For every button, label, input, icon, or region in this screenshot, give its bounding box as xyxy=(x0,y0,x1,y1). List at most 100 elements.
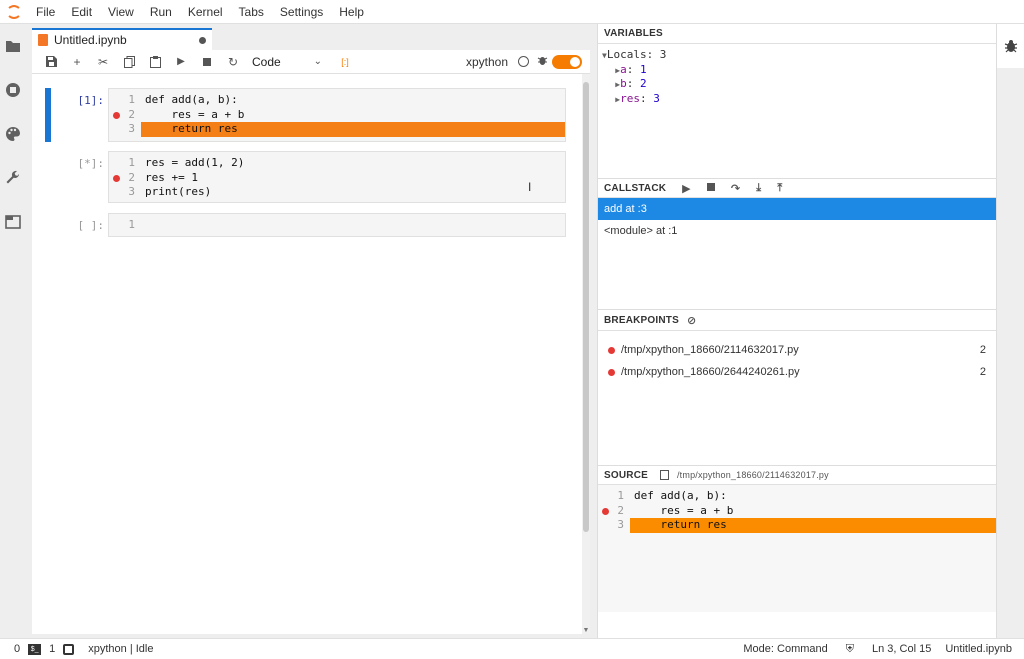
code-text: res = a + b xyxy=(145,107,245,121)
code-line-current: 3 return res xyxy=(109,122,565,137)
line-number[interactable]: 1 xyxy=(109,156,141,171)
cell-editor[interactable]: 1 def add(a, b): 2 res = a + b 3 return … xyxy=(108,88,566,142)
menu-run[interactable]: Run xyxy=(142,0,180,24)
notebook-scrollbar[interactable]: ▼ xyxy=(582,74,590,634)
menu-help[interactable]: Help xyxy=(331,0,372,24)
breakpoint-item[interactable]: /tmp/xpython_18660/2114632017.py 2 xyxy=(598,339,996,361)
step-into-icon[interactable]: ⤓ xyxy=(756,182,761,195)
notebook-cell[interactable]: [1]: 1 def add(a, b): 2 res = a + b 3 re… xyxy=(32,88,580,142)
code-text: def add(a, b): xyxy=(145,93,238,106)
extension-manager-tab[interactable] xyxy=(0,156,26,200)
right-sidebar xyxy=(996,24,1024,638)
breakpoint-icon[interactable] xyxy=(113,174,120,182)
debugger-sidebar-tab[interactable] xyxy=(997,24,1024,68)
line-number-with-breakpoint[interactable]: 2 xyxy=(598,504,630,519)
unsaved-dot-icon[interactable] xyxy=(199,36,206,44)
menu-edit[interactable]: Edit xyxy=(63,0,100,24)
cell-selection-bar xyxy=(45,88,51,142)
breakpoint-icon[interactable] xyxy=(602,507,609,515)
cursor-position[interactable]: Ln 3, Col 15 xyxy=(872,643,931,655)
remove-breakpoints-icon[interactable]: ⊘ xyxy=(687,314,696,327)
step-over-icon[interactable]: ↷ xyxy=(731,182,740,195)
cell-editor[interactable]: 1 res = add(1, 2) 2 res += 1 3 print(res… xyxy=(108,151,566,203)
source-title: SOURCE xyxy=(604,469,648,481)
terminate-icon[interactable] xyxy=(706,182,715,194)
kernel-count[interactable]: 1 xyxy=(49,643,55,655)
callstack-header: CALLSTACK ▶ ↷ ⤓ ⤒ xyxy=(598,178,996,198)
active-file: Untitled.ipynb xyxy=(945,643,1012,655)
bug-icon xyxy=(1004,40,1018,53)
notebook-cell[interactable]: [ ]: 1 xyxy=(32,213,580,237)
variables-tree: ▼Locals: 3 ▶a: 1 ▶b: 2 ▶res: 3 xyxy=(598,44,996,178)
tab-window-icon xyxy=(5,215,21,229)
variable-row[interactable]: ▶res: 3 xyxy=(602,92,992,107)
line-number-with-breakpoint[interactable]: 2 xyxy=(109,171,141,186)
terminal-count[interactable]: 0 xyxy=(14,643,20,655)
cell-type-select[interactable]: Code ⌄ xyxy=(252,55,322,69)
breakpoint-line: 2 xyxy=(979,344,986,356)
code-text: def add(a, b): xyxy=(634,489,727,502)
folder-icon xyxy=(6,41,20,52)
line-number[interactable]: 1 xyxy=(109,218,141,233)
copy-button[interactable] xyxy=(116,50,142,74)
stop-icon xyxy=(203,57,211,66)
save-button[interactable] xyxy=(38,50,64,74)
open-tabs-tab[interactable] xyxy=(0,200,26,244)
running-sessions-tab[interactable] xyxy=(0,68,26,112)
document-tab[interactable]: Untitled.ipynb xyxy=(32,28,212,50)
run-all-icon: [:] xyxy=(341,56,349,67)
run-all-button[interactable]: [:] xyxy=(332,50,358,74)
code-line-current: 3 return res xyxy=(598,518,996,533)
breakpoint-item[interactable]: /tmp/xpython_18660/2644240261.py 2 xyxy=(598,361,996,383)
variable-row[interactable]: ▶b: 2 xyxy=(602,77,992,92)
notebook-icon xyxy=(38,34,48,46)
source-editor[interactable]: 1 def add(a, b): 2 res = a + b 3 return … xyxy=(598,485,996,612)
line-number[interactable]: 3 xyxy=(598,518,630,533)
scope-row[interactable]: ▼Locals: 3 xyxy=(602,48,992,63)
menu-tabs[interactable]: Tabs xyxy=(231,0,272,24)
kernel-state[interactable]: xpython | Idle xyxy=(88,643,153,655)
variable-row[interactable]: ▶a: 1 xyxy=(602,63,992,78)
copy-icon xyxy=(123,55,135,68)
source-path-text: /tmp/xpython_18660/2114632017.py xyxy=(676,470,829,480)
cell-editor[interactable]: 1 xyxy=(108,213,566,237)
file-browser-tab[interactable] xyxy=(0,24,26,68)
breakpoint-icon[interactable] xyxy=(113,111,120,119)
code-line: 1 def add(a, b): xyxy=(109,93,565,108)
notebook-cell[interactable]: [*]: 1 res = add(1, 2) 2 res += 1 3 prin… xyxy=(32,151,580,203)
callstack-frame[interactable]: <module> at :1 xyxy=(598,220,996,242)
callstack-frame-active[interactable]: add at :3 xyxy=(598,198,996,220)
debugger-toggle[interactable] xyxy=(552,54,582,69)
status-bar: 0 $_ 1 xpython | Idle Mode: Command ⛨ Ln… xyxy=(0,638,1024,659)
refresh-icon: ↻ xyxy=(227,54,239,69)
menu-kernel[interactable]: Kernel xyxy=(180,0,231,24)
line-number[interactable]: 3 xyxy=(109,185,141,200)
menu-settings[interactable]: Settings xyxy=(272,0,331,24)
paste-button[interactable] xyxy=(142,50,168,74)
continue-icon[interactable]: ▶ xyxy=(682,182,691,195)
scissors-icon: ✂ xyxy=(97,54,109,69)
kernel-name[interactable]: xpython xyxy=(466,55,508,69)
line-number-with-breakpoint[interactable]: 2 xyxy=(109,108,141,123)
restart-button[interactable]: ↻ xyxy=(220,50,246,74)
insert-cell-button[interactable]: + xyxy=(64,50,90,74)
line-number[interactable]: 1 xyxy=(109,93,141,108)
line-number[interactable]: 1 xyxy=(598,489,630,504)
interrupt-button[interactable] xyxy=(194,50,220,74)
scrollbar-thumb[interactable] xyxy=(583,82,589,532)
menu-view[interactable]: View xyxy=(100,0,142,24)
menu-file[interactable]: File xyxy=(28,0,63,24)
cut-button[interactable]: ✂ xyxy=(90,50,116,74)
scroll-down-icon[interactable]: ▼ xyxy=(582,627,590,634)
property-inspector-tab[interactable] xyxy=(0,112,26,156)
code-line: 1 def add(a, b): xyxy=(598,489,996,504)
breakpoint-icon xyxy=(608,368,615,376)
play-icon: ▶ xyxy=(177,56,185,67)
step-out-icon[interactable]: ⤒ xyxy=(777,182,782,195)
chevron-down-icon: ⌄ xyxy=(313,56,322,67)
scope-label: Locals: 3 xyxy=(606,48,667,61)
line-number[interactable]: 3 xyxy=(109,122,141,137)
callstack-list: add at :3 <module> at :1 xyxy=(598,198,996,309)
run-button[interactable]: ▶ xyxy=(168,50,194,74)
